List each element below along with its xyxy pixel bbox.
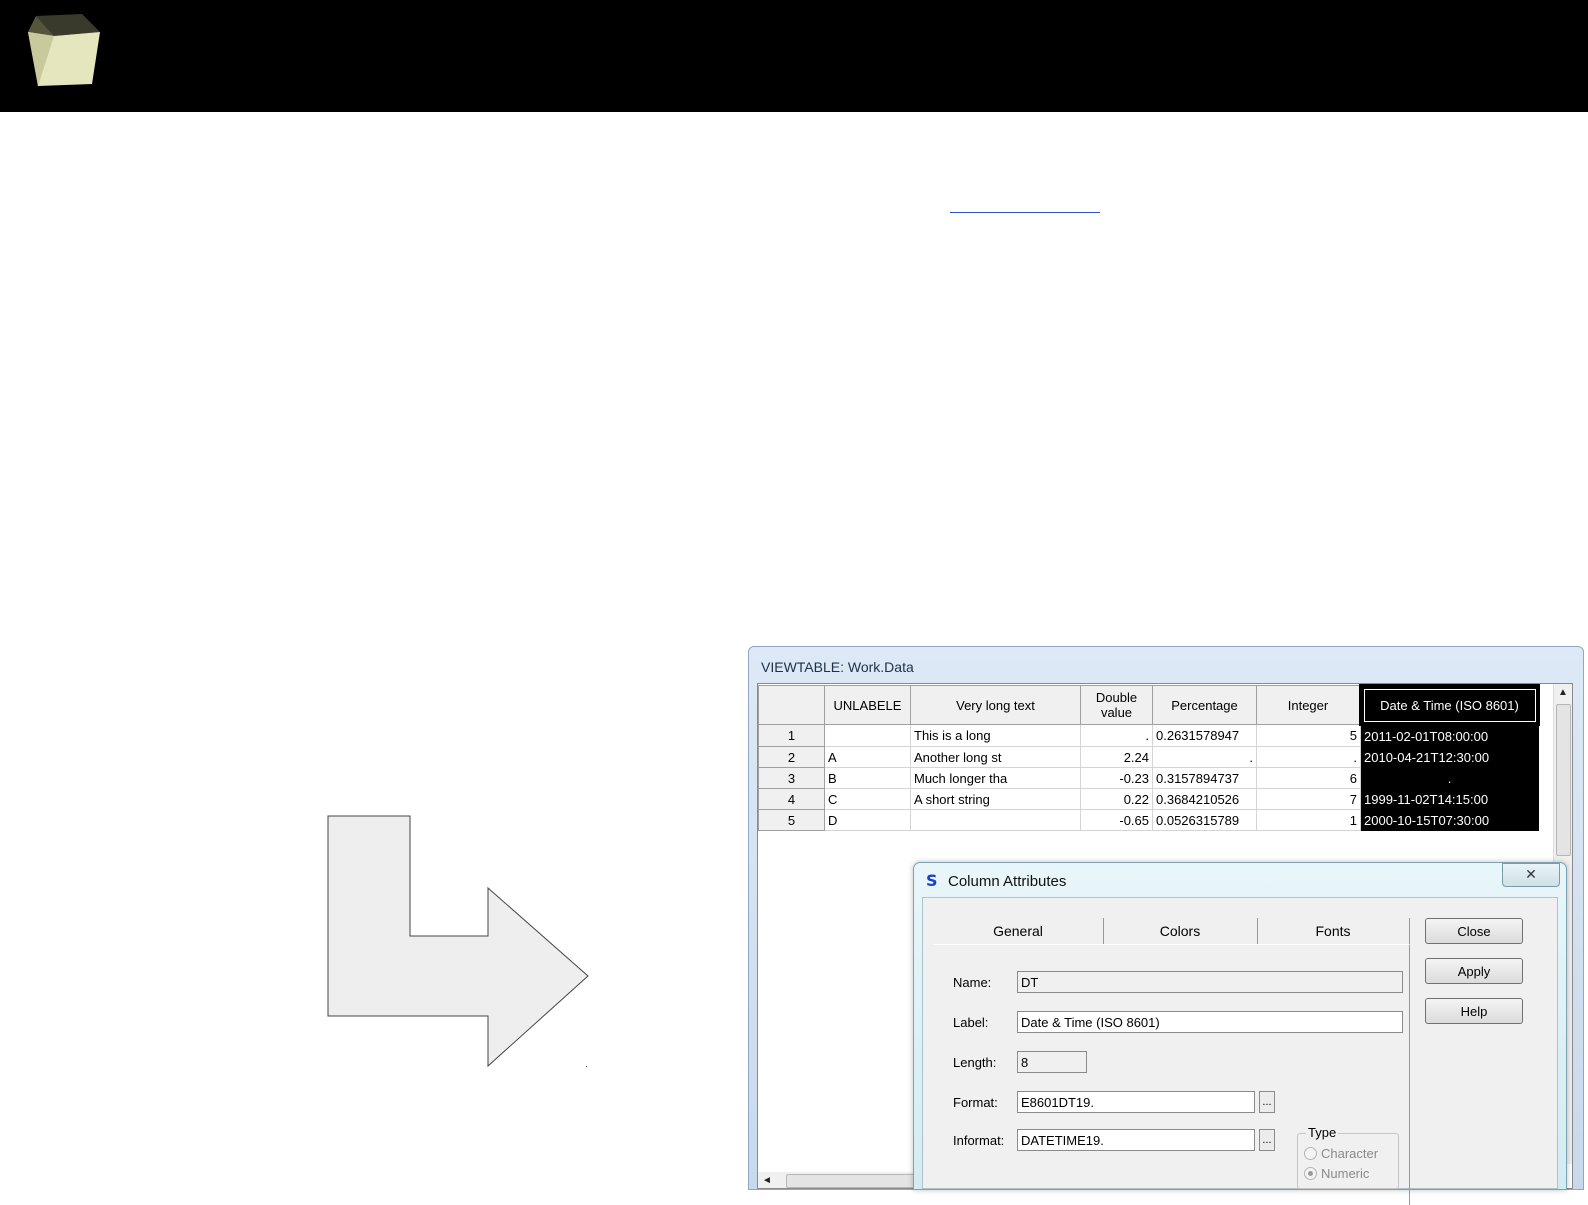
type-legend: Type xyxy=(1306,1125,1339,1140)
numeric-radio-label: Numeric xyxy=(1321,1166,1370,1181)
label-label: Label: xyxy=(953,1015,989,1030)
type-groupbox: Type Character Numeric xyxy=(1297,1125,1399,1189)
column-header-unlabele[interactable]: UNLABELE xyxy=(824,685,911,725)
horizontal-scrollbar[interactable]: ◄ xyxy=(758,1172,918,1188)
viewtable-title: VIEWTABLE: Work.Data xyxy=(761,659,914,675)
table-cell-selected[interactable]: 1999-11-02T14:15:00 xyxy=(1360,788,1539,810)
character-radio-label: Character xyxy=(1321,1146,1379,1161)
table-cell[interactable]: A xyxy=(824,746,911,768)
row-header[interactable]: 5 xyxy=(758,809,825,831)
close-button[interactable]: Close xyxy=(1425,918,1523,944)
table-cell[interactable]: -0.65 xyxy=(1080,809,1153,831)
sas-app-icon: S xyxy=(926,871,938,890)
table-cell[interactable]: . xyxy=(1080,724,1153,747)
dialog-body: General Colors Fonts Name: Label: Length… xyxy=(922,897,1558,1205)
label-field[interactable] xyxy=(1017,1011,1403,1033)
column-header-double-value[interactable]: Double value xyxy=(1080,685,1153,725)
character-radio-icon[interactable] xyxy=(1304,1147,1317,1160)
type-option-character[interactable]: Character xyxy=(1304,1146,1378,1161)
table-cell[interactable]: 0.0526315789 xyxy=(1152,809,1257,831)
link-underline[interactable] xyxy=(950,212,1100,213)
scroll-up-arrow-icon[interactable]: ▲ xyxy=(1554,684,1572,702)
table-row: 2 A Another long st 2.24 . . 2010-04-21T… xyxy=(758,746,1539,768)
table-cell[interactable]: Another long st xyxy=(910,746,1081,768)
table-cell[interactable]: This is a long xyxy=(910,724,1081,747)
vertical-scroll-thumb[interactable] xyxy=(1556,704,1571,856)
table-cell[interactable]: 0.3157894737 xyxy=(1152,767,1257,789)
row-header-corner[interactable] xyxy=(758,685,825,725)
top-banner xyxy=(0,0,1588,112)
turn-right-arrow-icon xyxy=(327,815,589,1068)
table-cell-selected[interactable]: 2010-04-21T12:30:00 xyxy=(1360,746,1539,768)
tab-strip: General Colors Fonts xyxy=(933,918,1410,944)
informat-browse-button[interactable]: ... xyxy=(1259,1129,1275,1151)
table-cell[interactable]: . xyxy=(1152,746,1257,768)
apply-button[interactable]: Apply xyxy=(1425,958,1523,984)
table-cell[interactable]: C xyxy=(824,788,911,810)
column-attributes-dialog: S Column Attributes ✕ General Colors Fon… xyxy=(913,862,1567,1205)
table-row: 1 This is a long . 0.2631578947 5 2011-0… xyxy=(758,724,1539,747)
table-row: 4 C A short string 0.22 0.3684210526 7 1… xyxy=(758,788,1539,810)
table-cell[interactable]: 0.3684210526 xyxy=(1152,788,1257,810)
table-cell[interactable] xyxy=(824,724,911,747)
dialog-close-icon[interactable]: ✕ xyxy=(1502,863,1560,887)
table-cell[interactable]: . xyxy=(1256,746,1361,768)
row-header[interactable]: 1 xyxy=(758,724,825,747)
table-cell[interactable]: 1 xyxy=(1256,809,1361,831)
help-button[interactable]: Help xyxy=(1425,998,1523,1024)
informat-label: Informat: xyxy=(953,1133,1005,1148)
table-cell[interactable]: 7 xyxy=(1256,788,1361,810)
name-field[interactable] xyxy=(1017,971,1403,993)
table-cell[interactable]: A short string xyxy=(910,788,1081,810)
table-row: 5 D -0.65 0.0526315789 1 2000-10-15T07:3… xyxy=(758,809,1539,831)
row-header[interactable]: 2 xyxy=(758,746,825,768)
table-cell[interactable]: B xyxy=(824,767,911,789)
tab-fonts[interactable]: Fonts xyxy=(1257,918,1410,944)
format-browse-button[interactable]: ... xyxy=(1259,1091,1275,1113)
horizontal-scroll-thumb[interactable] xyxy=(786,1174,916,1188)
length-field[interactable] xyxy=(1017,1051,1087,1073)
table-cell[interactable]: 0.2631578947 xyxy=(1152,724,1257,747)
scroll-left-arrow-icon[interactable]: ◄ xyxy=(762,1172,778,1188)
column-header-percentage[interactable]: Percentage xyxy=(1152,685,1257,725)
general-tab-panel: Name: Label: Length: Format: ... Informa… xyxy=(933,944,1410,1205)
column-header-integer[interactable]: Integer xyxy=(1256,685,1361,725)
table-cell[interactable] xyxy=(910,809,1081,831)
data-grid: UNLABELE Very long text Double value Per… xyxy=(758,684,1540,831)
tab-general[interactable]: General xyxy=(933,918,1104,944)
table-cell[interactable]: 6 xyxy=(1256,767,1361,789)
table-cell-selected[interactable]: 2011-02-01T08:00:00 xyxy=(1360,724,1539,747)
table-cell-selected[interactable]: . xyxy=(1360,767,1539,789)
tab-colors[interactable]: Colors xyxy=(1103,918,1258,944)
column-header-very-long-text[interactable]: Very long text xyxy=(910,685,1081,725)
table-cell[interactable]: D xyxy=(824,809,911,831)
numeric-radio-icon[interactable] xyxy=(1304,1167,1317,1180)
format-field[interactable] xyxy=(1017,1091,1255,1113)
length-label: Length: xyxy=(953,1055,997,1070)
grid-header-row: UNLABELE Very long text Double value Per… xyxy=(758,684,1540,726)
table-cell[interactable]: -0.23 xyxy=(1080,767,1153,789)
type-option-numeric[interactable]: Numeric xyxy=(1304,1166,1369,1181)
name-label: Name: xyxy=(953,975,992,990)
table-cell[interactable]: 2.24 xyxy=(1080,746,1153,768)
cube-logo-icon xyxy=(28,14,100,86)
table-cell[interactable]: 5 xyxy=(1256,724,1361,747)
column-header-date-time[interactable]: Date & Time (ISO 8601) xyxy=(1359,684,1540,726)
format-label: Format: xyxy=(953,1095,998,1110)
row-header[interactable]: 3 xyxy=(758,767,825,789)
row-header[interactable]: 4 xyxy=(758,788,825,810)
table-cell[interactable]: 0.22 xyxy=(1080,788,1153,810)
table-cell-selected[interactable]: 2000-10-15T07:30:00 xyxy=(1360,809,1539,831)
table-row: 3 B Much longer tha -0.23 0.3157894737 6… xyxy=(758,767,1539,789)
dialog-title: Column Attributes xyxy=(948,873,1067,890)
table-cell[interactable]: Much longer tha xyxy=(910,767,1081,789)
informat-field[interactable] xyxy=(1017,1129,1255,1151)
